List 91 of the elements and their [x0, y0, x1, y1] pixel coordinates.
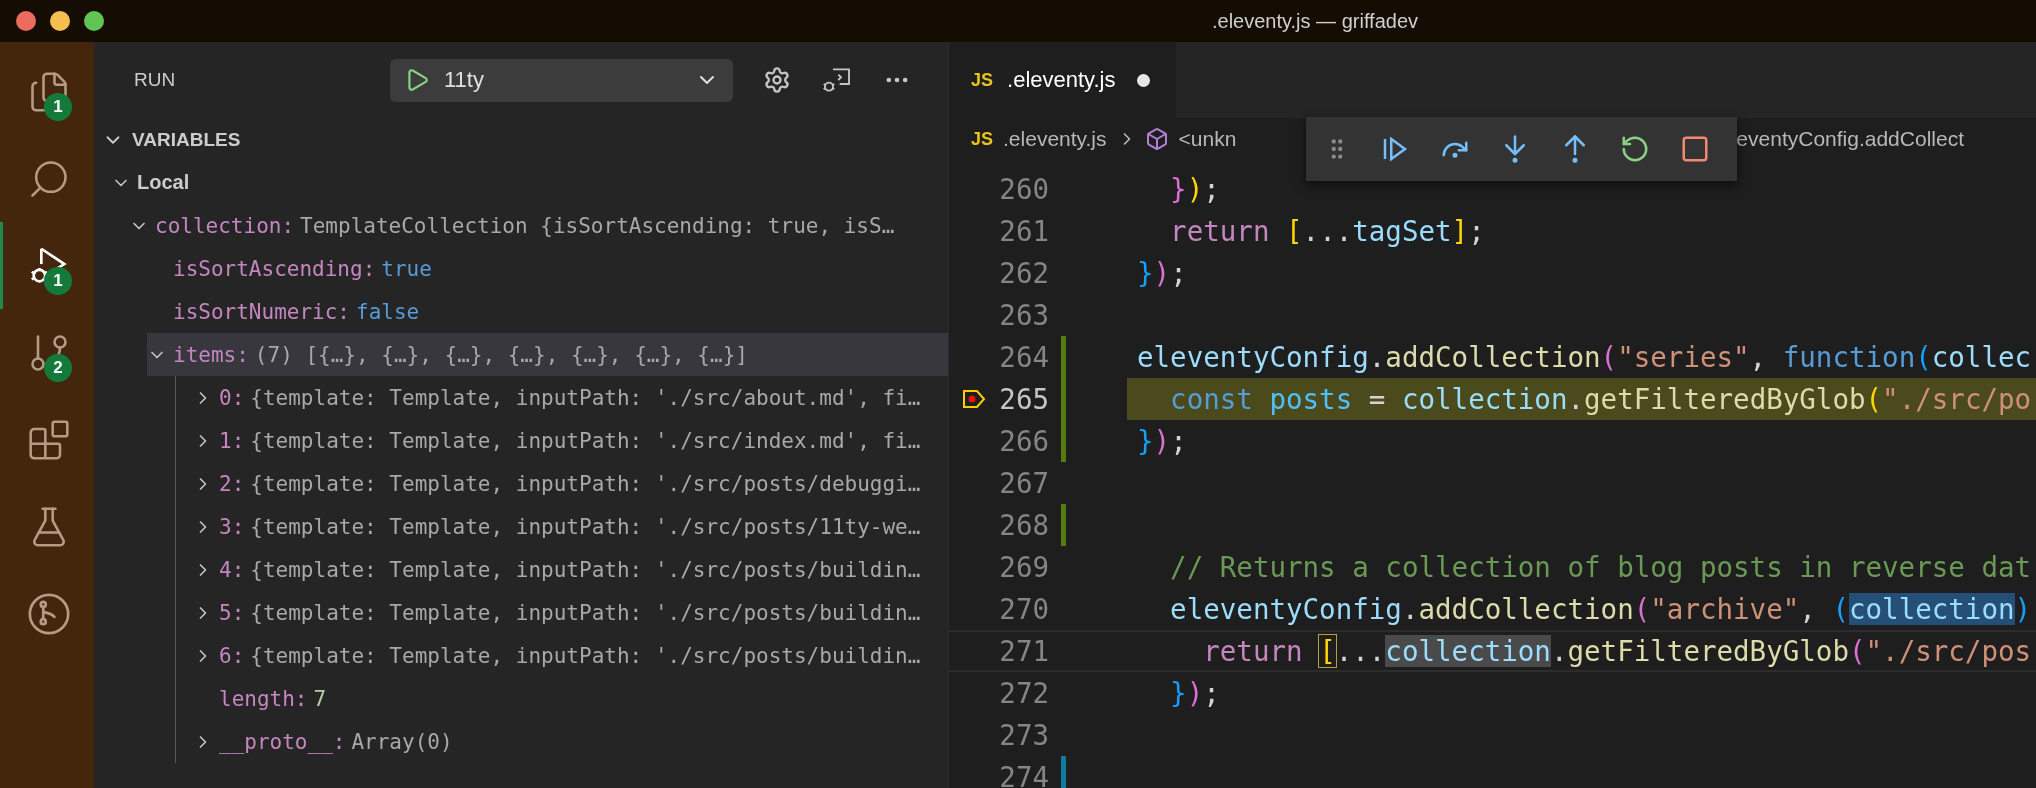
zoom-button[interactable] — [84, 11, 104, 31]
variable-value: (7) [{…}, {…}, {…}, {…}, {…}, {…}, {…}] — [254, 342, 748, 367]
variable-row[interactable]: __proto__: Array(0) — [193, 720, 948, 763]
scope-name: Local — [137, 171, 190, 194]
variable-name: 0: — [219, 385, 245, 410]
line-number: 267 — [998, 467, 1049, 499]
code-line: }); — [1169, 173, 1220, 205]
count-badge: 1 — [44, 93, 72, 121]
variable-row[interactable]: 0: {template: Template, inputPath: './src/about.md', fi… — [193, 376, 948, 419]
variable-value: {template: Template, inputPath: './src/posts/buildin… — [250, 643, 921, 668]
variable-name: 1: — [219, 428, 245, 453]
activity-bar-item[interactable]: 1 — [0, 48, 94, 135]
count-badge: 2 — [44, 354, 72, 382]
paused-breakpoint-icon[interactable] — [962, 389, 986, 409]
breadcrumb-item[interactable]: .eleventy.js — [1003, 127, 1107, 151]
variable-value: {template: Template, inputPath: './src/posts/debuggi… — [250, 471, 921, 496]
stop-icon[interactable] — [1680, 134, 1710, 164]
close-button[interactable] — [16, 11, 36, 31]
variable-row[interactable]: 3: {template: Template, inputPath: './src/posts/11ty-we… — [193, 505, 948, 548]
variable-name: collection: — [155, 213, 295, 238]
variable-row[interactable]: collection: TemplateCollection {isSortAscending: true, isS… — [129, 204, 948, 247]
line-number: 263 — [998, 299, 1049, 331]
variable-name: 5: — [219, 600, 245, 625]
variable-row[interactable]: items: (7) [{…}, {…}, {…}, {…}, {…}, {…}, {…}] — [147, 333, 948, 376]
variable-name: 6: — [219, 643, 245, 668]
variable-name: 2: — [219, 471, 245, 496]
line-number: 272 — [998, 677, 1049, 709]
line-number: 273 — [998, 719, 1049, 751]
variable-name: items: — [173, 342, 249, 367]
code-line: // Returns a collection of blog posts in reverse dat — [1169, 551, 2032, 583]
variable-row[interactable]: isSortAscending: true — [147, 247, 948, 290]
window-title: .eleventy.js — griffadev — [1211, 9, 1419, 33]
line-number: 262 — [998, 257, 1049, 289]
variable-value: 7 — [313, 686, 327, 711]
variable-value: TemplateCollection {isSortAscending: true, isS… — [300, 213, 895, 238]
activity-bar-item[interactable]: 2 — [0, 309, 94, 396]
line-number: 260 — [998, 173, 1049, 205]
variable-value: {template: Template, inputPath: './src/index.md', fi… — [250, 428, 921, 453]
js-file-icon: JS — [971, 69, 994, 91]
variable-name: length: — [219, 686, 308, 711]
variable-value: {template: Template, inputPath: './src/posts/buildin… — [250, 600, 921, 625]
line-number: 271 — [998, 635, 1049, 667]
code-line: eleventyConfig.addCollection("archive", (collection) — [1169, 593, 2032, 625]
panel-title: RUN — [134, 69, 177, 91]
variable-row[interactable]: length: 7 — [193, 677, 948, 720]
code-line: return [...tagSet]; — [1169, 215, 1485, 247]
code-line: }); — [1169, 677, 1220, 709]
minimize-button[interactable] — [50, 11, 70, 31]
line-number: 268 — [998, 509, 1049, 541]
variable-row[interactable]: 5: {template: Template, inputPath: './src/posts/buildin… — [193, 591, 948, 634]
variable-name: isSortAscending: — [173, 256, 376, 281]
cube-icon — [1144, 127, 1169, 151]
variable-row[interactable]: 6: {template: Template, inputPath: './src/posts/buildin… — [193, 634, 948, 677]
line-number: 266 — [998, 425, 1049, 457]
variable-value: {template: Template, inputPath: './src/about.md', fi… — [250, 385, 921, 410]
editor-tab[interactable]: JS .eleventy.js — [949, 42, 1177, 118]
line-number: 265 — [998, 383, 1049, 415]
variable-name: __proto__: — [219, 729, 346, 754]
code-line: const posts = collection.getFilteredByGlob("./src/po — [1169, 383, 2032, 415]
extensions-icon — [26, 417, 71, 462]
tab-label: .eleventy.js — [1007, 67, 1116, 93]
restart-icon[interactable] — [1620, 134, 1650, 164]
code-line: return [...collection.getFilteredByGlob("./src/pos — [1202, 635, 2032, 667]
variable-name: 3: — [219, 514, 245, 539]
line-number: 269 — [998, 551, 1049, 583]
variable-row[interactable]: Local — [111, 161, 948, 204]
line-number: 264 — [998, 341, 1049, 373]
variable-row[interactable]: 4: {template: Template, inputPath: './src/posts/buildin… — [193, 548, 948, 591]
variable-row[interactable]: 2: {template: Template, inputPath: './src/posts/debuggi… — [193, 462, 948, 505]
variable-name: 4: — [219, 557, 245, 582]
section-header[interactable]: VARIABLES — [94, 118, 948, 161]
variable-value: {template: Template, inputPath: './src/posts/buildin… — [250, 557, 921, 582]
variable-value: true — [381, 256, 432, 281]
line-number: 270 — [998, 593, 1049, 625]
variable-value: false — [356, 299, 420, 324]
variable-name: isSortNumeric: — [173, 299, 350, 324]
line-number: 274 — [998, 761, 1049, 788]
variable-row[interactable]: 1: {template: Template, inputPath: './src/index.md', fi… — [193, 419, 948, 462]
code-line: }); — [1137, 425, 1187, 457]
launch-config-dropdown[interactable]: 11ty — [390, 58, 733, 102]
line-number: 261 — [998, 215, 1049, 247]
breadcrumb-item[interactable]: <unkn — [1178, 127, 1237, 151]
breadcrumb-item[interactable]: eventyConfig.addCollect — [1736, 127, 1964, 151]
settings-icon[interactable] — [763, 66, 791, 94]
variable-row[interactable]: isSortNumeric: false — [147, 290, 948, 333]
count-badge: 1 — [44, 267, 72, 295]
js-file-icon: JS — [971, 128, 994, 150]
code-line: }); — [1137, 257, 1187, 289]
code-line: eleventyConfig.addCollection("series", function(collec — [1137, 341, 2032, 373]
variable-value: {template: Template, inputPath: './src/posts/11ty-we… — [250, 514, 921, 539]
variable-value: Array(0) — [351, 729, 453, 754]
